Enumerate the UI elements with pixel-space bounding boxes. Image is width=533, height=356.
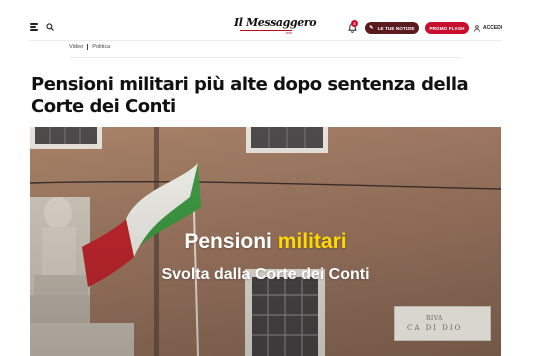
- my-news-button[interactable]: ✎ LE TUE NOTIZIE: [365, 22, 419, 34]
- video-overlay-subtitle: Svolta dalla Corte dei Conti: [161, 266, 370, 283]
- video-overlay-title: Pensioni militari: [30, 230, 501, 254]
- login-label: ACCEDI: [483, 25, 503, 31]
- logo-year: 1878: [285, 31, 292, 35]
- overlay-word-pensioni: Pensioni: [184, 230, 272, 253]
- street-sign-line1: RIVA: [426, 315, 443, 322]
- breadcrumb-separator: [87, 44, 89, 50]
- pin-icon: ✎: [369, 25, 374, 31]
- breadcrumb-item-politica[interactable]: Politica: [92, 44, 110, 50]
- breadcrumb-item-video[interactable]: Video: [69, 44, 83, 50]
- my-news-label: LE TUE NOTIZIE: [377, 25, 415, 31]
- hamburger-menu-icon[interactable]: [30, 22, 40, 32]
- notification-count-badge: 3: [351, 20, 358, 27]
- street-sign-line2: CA DI DIO: [407, 324, 463, 332]
- search-icon[interactable]: [45, 22, 55, 32]
- login-link[interactable]: ACCEDI: [474, 23, 502, 33]
- site-logo[interactable]: Il Messaggero 1878: [234, 16, 317, 35]
- user-icon: [474, 24, 480, 32]
- breadcrumb: Video Politica: [69, 44, 110, 50]
- promo-flash-button[interactable]: PROMO FLASH: [425, 22, 469, 34]
- overlay-word-militari: militari: [277, 230, 347, 253]
- breadcrumb-divider: [69, 57, 462, 58]
- site-header: Il Messaggero 1878 3 ✎ LE TUE NOTIZIE PR…: [0, 0, 533, 40]
- logo-text: Il Messaggero: [234, 16, 317, 29]
- street-sign: RIVA CA DI DIO: [394, 306, 491, 341]
- article-title: Pensioni militari più alte dopo sentenza…: [31, 74, 469, 117]
- header-divider: [30, 40, 502, 41]
